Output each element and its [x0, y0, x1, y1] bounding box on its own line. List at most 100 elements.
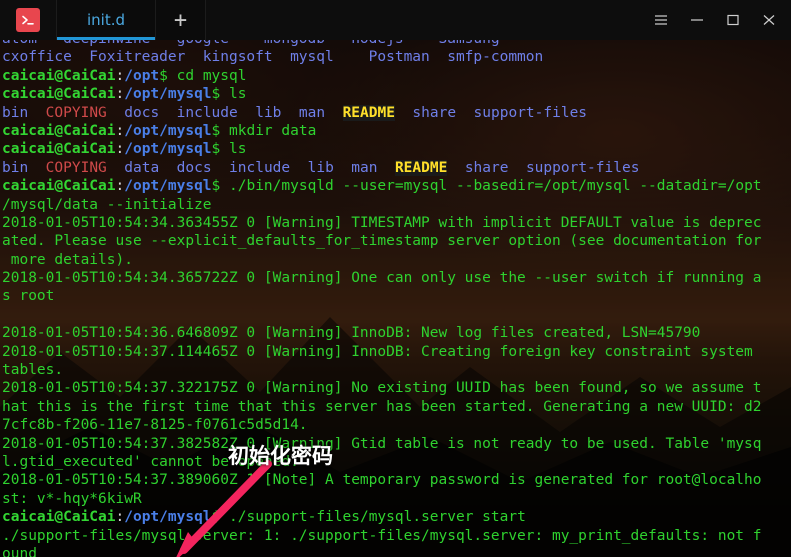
terminal-text: 2018-01-05T10:54:37.382582Z 0 [Warning] … [2, 435, 762, 452]
terminal-text: atom deepinwine google mongodb nodejs Sa… [2, 40, 500, 47]
terminal-text: st: v*-hqy*6kiwR [2, 490, 142, 507]
terminal-line-log-uuid-1: 2018-01-05T10:54:37.322175Z 0 [Warning] … [2, 379, 789, 397]
maximize-icon [727, 14, 739, 26]
terminal-line-log-innodb-fk-2: tables. [2, 361, 789, 379]
terminal-text: /mysql/data --initialize [2, 196, 212, 213]
terminal-line-log-timestamp-warn-2: ated. Please use --explicit_defaults_for… [2, 232, 789, 250]
terminal-text: support-files [525, 159, 640, 176]
terminal-text: README [394, 159, 448, 176]
terminal-line-out-mysql-server-err-1: ./support-files/mysql.server: 1: ./suppo… [2, 527, 789, 545]
terminal-text: ./support-files/mysql.server: 1: ./suppo… [2, 527, 762, 544]
terminal-text: caicai@CaiCai [2, 509, 116, 526]
terminal-text: tables. [2, 362, 64, 379]
maximize-button[interactable] [725, 12, 741, 28]
terminal-text: mkdir data [229, 122, 317, 139]
terminal-text: 2018-01-05T10:54:36.646809Z 0 [Warning] … [2, 325, 701, 342]
terminal-line-log-gtid-2: l.gtid_executed' cannot be opened. [2, 453, 789, 471]
hamburger-menu-icon [655, 15, 667, 25]
terminal-text: include [176, 104, 238, 121]
window-controls [653, 0, 791, 40]
terminal-text: : [115, 67, 125, 84]
terminal-text: hat this is the first time that this ser… [2, 398, 762, 415]
terminal-text: /opt/mysql [124, 178, 212, 195]
terminal-line-log-innodb-fk-1: 2018-01-05T10:54:37.114465Z 0 [Warning] … [2, 343, 789, 361]
terminal-text: 2018-01-05T10:54:34.365722Z 0 [Warning] … [2, 270, 762, 287]
close-icon [763, 15, 775, 25]
tab-init-d[interactable]: init.d [56, 0, 156, 40]
minimize-button[interactable] [689, 12, 705, 28]
terminal-text: lib [255, 104, 282, 121]
terminal-window: init.d + cxoffice Foxitreader kingsoft m… [0, 0, 791, 557]
terminal-screen[interactable]: atom deepinwine google mongodb nodejs Sa… [0, 40, 791, 557]
terminal-text: ls [229, 141, 247, 158]
terminal-text: bin [2, 104, 29, 121]
terminal-line-log-user-switch-1: 2018-01-05T10:54:34.365722Z 0 [Warning] … [2, 269, 789, 287]
arrow-svg [176, 460, 272, 557]
terminal-text: lib [307, 159, 334, 176]
terminal-line-cmd-mysqld-init: caicai@CaiCai:/opt/mysql$ ./bin/mysqld -… [2, 177, 789, 195]
terminal-line-ls-opt-row1-clipped: atom deepinwine google mongodb nodejs Sa… [2, 40, 789, 48]
minimize-icon [691, 19, 703, 21]
terminal-text: $ [211, 122, 230, 139]
terminal-text: man [298, 104, 326, 121]
tab-label: init.d [86, 11, 125, 29]
close-button[interactable] [761, 12, 777, 28]
titlebar-drag-area[interactable] [206, 0, 653, 40]
terminal-text: : [115, 86, 125, 103]
terminal-text: /opt [124, 67, 160, 84]
terminal-text: $ [211, 141, 230, 158]
terminal-app-icon [16, 8, 40, 32]
terminal-line-cmd-mysqld-init-wrap: /mysql/data --initialize [2, 196, 789, 214]
terminal-text: more details). [2, 251, 133, 268]
terminal-line-ls-mysql-2: bin COPYING data docs include lib man RE… [2, 159, 789, 177]
terminal-text: support-files [473, 104, 588, 121]
terminal-text: : [115, 509, 125, 526]
terminal-text: /opt/mysql [124, 86, 212, 103]
terminal-text: s root [2, 288, 55, 305]
terminal-text: 2018-01-05T10:54:37.114465Z 0 [Warning] … [2, 343, 753, 360]
title-bar: init.d + [0, 0, 791, 40]
terminal-text: include [229, 159, 291, 176]
plus-icon: + [173, 7, 188, 33]
terminal-output: atom deepinwine google mongodb nodejs Sa… [0, 40, 791, 557]
annotation-label: 初始化密码 [228, 444, 333, 468]
terminal-text: : [115, 122, 125, 139]
terminal-text: docs [176, 159, 212, 176]
terminal-line-log-timestamp-warn-1: 2018-01-05T10:54:34.363455Z 0 [Warning] … [2, 214, 789, 232]
new-tab-button[interactable]: + [156, 0, 206, 40]
terminal-text: COPYING [45, 159, 107, 176]
terminal-line-ls-mysql-1: bin COPYING docs include lib man README … [2, 104, 789, 122]
app-icon-container [0, 0, 56, 40]
terminal-text: COPYING [45, 104, 107, 121]
terminal-line-log-temp-password-1: 2018-01-05T10:54:37.389060Z 1 [Note] A t… [2, 471, 789, 489]
terminal-line-log-user-switch-2: s root [2, 287, 789, 305]
terminal-text: : [115, 178, 125, 195]
terminal-text: caicai@CaiCai [2, 67, 116, 84]
prompt-glyph-icon [22, 15, 34, 25]
terminal-text: docs [124, 104, 160, 121]
terminal-line-blank-1 [2, 306, 789, 324]
terminal-text: share [412, 104, 457, 121]
terminal-text: data [124, 159, 160, 176]
terminal-text: ./bin/mysqld --user=mysql --basedir=/opt… [229, 178, 762, 195]
terminal-line-ls-opt-row2: cxoffice Foxitreader kingsoft mysql Post… [2, 48, 789, 66]
terminal-line-log-timestamp-warn-3: more details). [2, 251, 789, 269]
terminal-text: cd mysql [176, 67, 247, 84]
menu-button[interactable] [653, 12, 669, 28]
annotation-arrow-icon [150, 458, 280, 557]
terminal-line-log-gtid-1: 2018-01-05T10:54:37.382582Z 0 [Warning] … [2, 435, 789, 453]
terminal-line-log-temp-password-2: st: v*-hqy*6kiwR [2, 490, 789, 508]
